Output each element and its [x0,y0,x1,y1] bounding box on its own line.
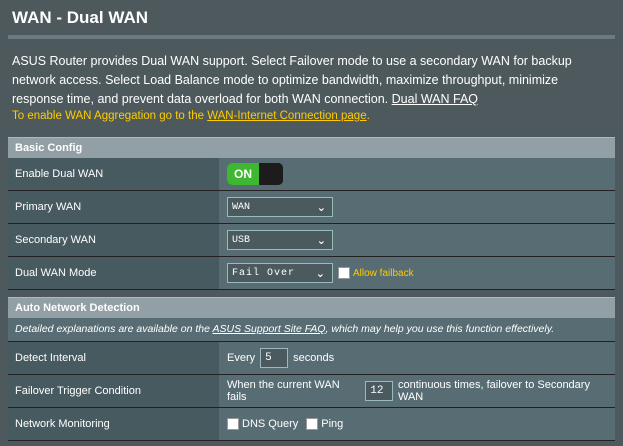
note-prefix: Detailed explanations are available on t… [15,323,213,335]
secondary-wan-label: Secondary WAN [8,224,219,256]
network-monitoring-row: Network Monitoring DNS Query Ping [8,408,615,441]
asus-support-faq-link[interactable]: ASUS Support Site FAQ [213,323,326,335]
chevron-down-icon: ⌄ [316,234,326,247]
allow-failback-checkbox[interactable] [338,267,350,279]
chevron-down-icon: ⌄ [315,267,326,280]
aggregation-prefix: To enable WAN Aggregation go to the [12,110,208,122]
detect-interval-label: Detect Interval [8,342,219,374]
enable-dual-wan-label: Enable Dual WAN [8,158,219,190]
dual-wan-page: WAN - Dual WAN ASUS Router provides Dual… [0,0,623,446]
chevron-down-icon: ⌄ [316,201,326,214]
failover-trigger-row: Failover Trigger Condition When the curr… [8,375,615,408]
basic-config-section: Basic Config Enable Dual WAN ON Primary … [8,137,615,290]
auto-network-detection-section: Auto Network Detection Detailed explanat… [8,297,615,441]
dns-query-checkbox[interactable] [227,418,239,430]
auto-detection-heading: Auto Network Detection [8,297,615,318]
secondary-wan-row: Secondary WAN USB ⌄ [8,224,615,257]
aggregation-note: To enable WAN Aggregation go to the WAN-… [12,110,370,122]
allow-failback-option: Allow failback [338,267,414,279]
toggle-on-label: ON [227,163,259,185]
dns-query-option: DNS Query [227,418,298,430]
secondary-wan-value: USB [232,234,251,246]
basic-config-heading: Basic Config [8,137,615,158]
secondary-wan-select[interactable]: USB ⌄ [227,230,333,250]
failover-trigger-label: Failover Trigger Condition [8,375,219,407]
primary-wan-row: Primary WAN WAN ⌄ [8,191,615,224]
network-monitoring-label: Network Monitoring [8,408,219,440]
title-bar: WAN - Dual WAN [0,0,623,34]
ping-checkbox[interactable] [306,418,319,430]
primary-wan-label: Primary WAN [8,191,219,223]
aggregation-suffix: . [366,110,370,122]
ping-option: Ping [306,418,343,430]
note-suffix: , which may help you use this function e… [325,323,555,335]
dual-wan-faq-link[interactable]: Dual WAN FAQ [392,92,478,106]
interval-prefix: Every [227,352,256,364]
dns-query-label: DNS Query [242,418,299,430]
detect-interval-input[interactable]: 5 [260,348,289,368]
dual-wan-mode-value: Fail Over [232,267,296,279]
description-text: ASUS Router provides Dual WAN support. S… [12,54,572,106]
ping-label: Ping [321,418,344,430]
page-title: WAN - Dual WAN [12,8,148,27]
interval-suffix: seconds [293,352,335,364]
enable-dual-wan-toggle[interactable]: ON [227,163,283,185]
dual-wan-mode-select[interactable]: Fail Over ⌄ [227,263,333,283]
allow-failback-label: Allow failback [353,267,414,279]
failover-suffix: continuous times, failover to Secondary … [397,379,590,403]
failover-count-input[interactable]: 12 [365,381,393,401]
support-note: Detailed explanations are available on t… [8,318,615,342]
toggle-knob [259,163,283,185]
failover-prefix: When the current WAN fails [227,379,340,403]
page-description: ASUS Router provides Dual WAN support. S… [12,52,610,109]
primary-wan-select[interactable]: WAN ⌄ [227,197,333,217]
dual-wan-mode-label: Dual WAN Mode [8,257,219,289]
detect-interval-row: Detect Interval Every 5 seconds [8,342,615,375]
wan-internet-connection-link[interactable]: WAN-Internet Connection page [207,110,366,122]
title-divider [8,35,615,39]
dual-wan-mode-row: Dual WAN Mode Fail Over ⌄ Allow failback [8,257,615,290]
primary-wan-value: WAN [232,201,251,213]
enable-dual-wan-row: Enable Dual WAN ON [8,158,615,191]
